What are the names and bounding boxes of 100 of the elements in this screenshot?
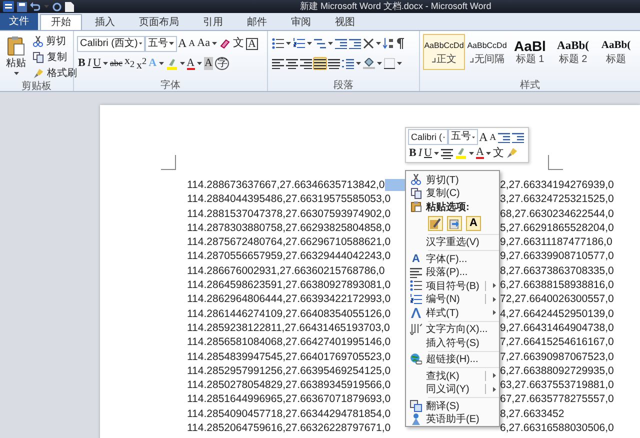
phonetic-guide-button[interactable]: 文	[232, 36, 245, 51]
center-align-button[interactable]	[285, 57, 299, 70]
ribbon-tab[interactable]: 引用	[192, 14, 234, 30]
bullets-button[interactable]	[271, 37, 292, 50]
document-text-line: 114.2854839947545,27.66401769705523,0	[187, 350, 391, 364]
format-painter-button[interactable]	[504, 146, 519, 160]
show-formatting-marks-button[interactable]	[395, 37, 405, 50]
style-gallery-item[interactable]: AaBl 标题 1	[509, 34, 551, 70]
shrink-font-button[interactable]: A	[488, 130, 498, 144]
underline-button[interactable]: U	[92, 56, 109, 71]
context-menu-item[interactable]: 翻译(S)	[406, 399, 499, 412]
borders-button[interactable]	[383, 57, 403, 70]
brush-icon	[430, 218, 441, 228]
justify-align-button[interactable]	[313, 57, 327, 70]
character-border-button[interactable]: A	[245, 36, 259, 50]
context-menu-item[interactable]: 查找(K)	[406, 369, 499, 382]
ribbon-tab[interactable]: 审阅	[280, 14, 322, 30]
copy-button[interactable]: 复制	[32, 50, 78, 65]
multilevel-list-button[interactable]	[313, 37, 334, 50]
ribbon-tab[interactable]: 插入	[84, 14, 126, 30]
bold-button[interactable]: B	[77, 56, 86, 71]
bulleted-list-icon	[410, 280, 422, 292]
subscript-button[interactable]: x$_{2}$	[123, 54, 136, 73]
numbering-button[interactable]	[292, 37, 313, 50]
grow-font-button[interactable]: A	[478, 130, 489, 144]
style-gallery-item[interactable]: AaBbCcDd 无间隔	[466, 34, 508, 70]
clear-formatting-button[interactable]	[218, 37, 232, 50]
italic-button[interactable]: I	[86, 56, 92, 71]
keep-formatting-paste-button[interactable]	[428, 216, 443, 230]
text-only-paste-button[interactable]: A	[466, 216, 481, 230]
context-menu-item[interactable]: 同义词(Y)	[406, 382, 499, 396]
underline-button[interactable]: U	[423, 146, 440, 160]
distributed-align-button[interactable]	[327, 57, 341, 70]
context-menu-item[interactable]: 剪切(T)	[406, 173, 499, 186]
phonetic-guide-button[interactable]: 文	[492, 146, 505, 160]
font-size-field[interactable]: 五号	[145, 36, 177, 52]
increase-indent-button[interactable]	[348, 37, 362, 50]
bold-button[interactable]: B	[408, 146, 418, 160]
sort-button[interactable]	[382, 37, 395, 50]
cut-button[interactable]: 剪切	[32, 34, 78, 49]
ribbon-tab[interactable]: 开始	[40, 14, 82, 30]
italic-button[interactable]: I	[417, 146, 424, 160]
style-gallery-item[interactable]: AaBbCcDd 正文	[423, 34, 465, 70]
center-align-button[interactable]	[440, 146, 454, 160]
decrease-indent-button[interactable]	[497, 130, 512, 144]
font-name-field[interactable]: Calibri (西文)	[77, 36, 145, 52]
enclose-character-button[interactable]: 字	[214, 56, 230, 71]
context-menu-item[interactable]: A 字体(F)...	[406, 252, 499, 266]
globe-link-icon	[410, 353, 422, 366]
group-label: 段落	[332, 80, 354, 91]
context-menu-item[interactable]: 编号(N)	[406, 292, 499, 306]
dropdown-arrow-icon	[180, 62, 185, 65]
font-size-field[interactable]: 五号	[448, 129, 478, 145]
file-menu-tab[interactable]: 文件	[0, 13, 38, 30]
context-menu-item[interactable]: 复制(C)	[406, 186, 499, 200]
style-gallery-item[interactable]: AaBb( 标题	[595, 34, 637, 70]
document-text-line: 2,27.66334194276939,0	[500, 178, 614, 192]
superscript-button[interactable]: x$^{2}$	[136, 54, 148, 74]
change-case-button[interactable]: Aa	[196, 36, 218, 51]
character-shading-button[interactable]: A	[202, 56, 214, 71]
border-grid-icon	[384, 58, 395, 69]
highlight-button[interactable]	[454, 146, 475, 160]
asian-layout-button[interactable]	[362, 37, 382, 50]
ribbon-tab[interactable]: 邮件	[236, 14, 278, 30]
multilevel-list-icon	[314, 38, 326, 49]
font-color-button[interactable]: A	[186, 56, 203, 70]
grow-font-button[interactable]: A	[177, 36, 188, 51]
paste-button[interactable]: 粘贴	[3, 34, 29, 81]
shading-button[interactable]	[362, 57, 383, 70]
context-menu-item[interactable]: 样式(T)	[406, 306, 499, 320]
font-name-field[interactable]: Calibri (	[408, 129, 448, 145]
context-menu-item[interactable]: 插入符号(S)	[406, 336, 499, 350]
paint-bucket-icon	[363, 58, 375, 69]
undo-icon[interactable]	[30, 2, 40, 12]
dropdown-arrow-icon	[138, 42, 142, 45]
line-spacing-button[interactable]	[341, 57, 362, 70]
context-menu-item[interactable]: 文字方向(X)...	[406, 322, 499, 336]
context-menu-item[interactable]: 项目符号(B)	[406, 279, 499, 292]
shrink-font-button[interactable]: A	[188, 36, 196, 51]
highlight-button[interactable]	[164, 56, 186, 70]
merge-formatting-paste-button[interactable]	[447, 216, 462, 230]
left-align-button[interactable]	[271, 57, 285, 70]
ribbon-tab[interactable]: 页面布局	[128, 14, 190, 30]
format-painter-button[interactable]: 格式刷	[32, 66, 78, 81]
right-align-button[interactable]	[299, 57, 313, 70]
context-menu-item[interactable]: 汉字重选(V)	[406, 236, 499, 249]
strikethrough-button[interactable]: abc	[108, 56, 124, 71]
document-text-line: 6,27.66316588030506,0	[500, 421, 614, 436]
decrease-indent-button[interactable]	[334, 37, 348, 50]
increase-indent-button[interactable]	[511, 130, 526, 144]
window-title: 新建 Microsoft Word 文档.docx - Microsoft Word	[300, 0, 492, 13]
ribbon-tab[interactable]: 视图	[324, 14, 366, 30]
context-menu-item[interactable]: 超链接(H)...	[406, 352, 499, 366]
increase-indent-icon	[349, 38, 361, 49]
style-gallery-item[interactable]: AaBb( 标题 2	[552, 34, 594, 70]
document-icon[interactable]	[65, 2, 74, 12]
font-color-button[interactable]: A	[474, 146, 492, 160]
context-menu-item[interactable]: 英语助手(E)	[406, 412, 499, 426]
save-icon[interactable]	[17, 2, 27, 12]
context-menu-item[interactable]: 段落(P)...	[406, 266, 499, 279]
